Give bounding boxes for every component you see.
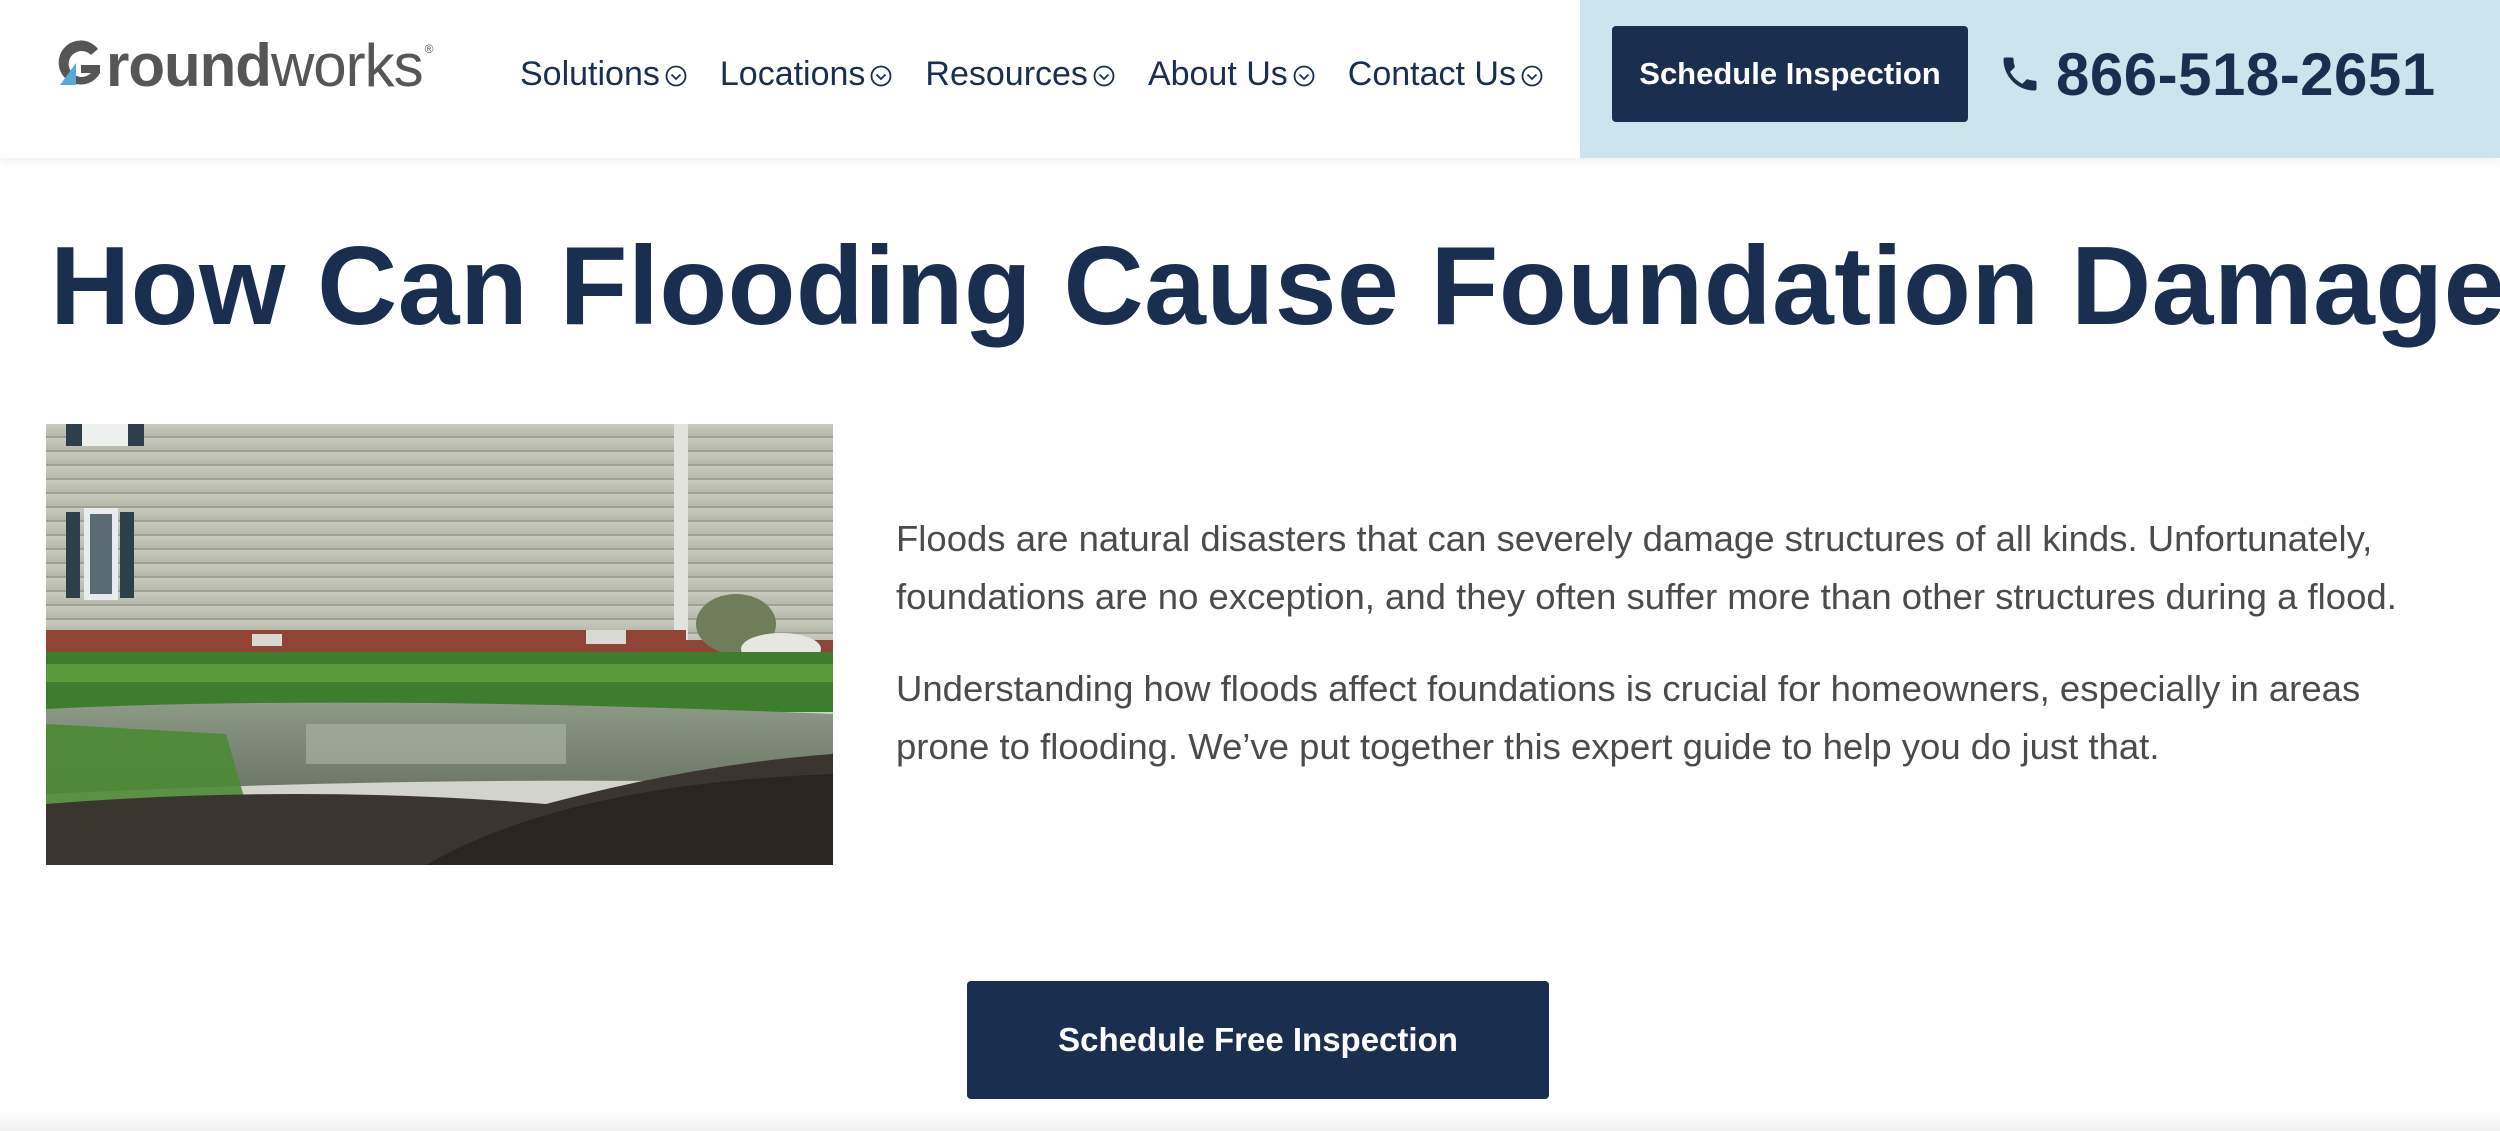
nav-item-solutions[interactable]: Solutions	[520, 55, 688, 94]
groundworks-logo[interactable]: roundworks ®	[54, 30, 434, 100]
nav-item-locations[interactable]: Locations	[720, 55, 894, 94]
phone-icon	[2003, 57, 2037, 91]
main-nav: Solutions Locations Resources About Us C…	[520, 48, 1576, 100]
nav-item-contact-us[interactable]: Contact Us	[1348, 55, 1544, 94]
nav-label: Resources	[925, 54, 1088, 93]
logo-registered-mark: ®	[424, 42, 434, 56]
chevron-down-circle-icon	[1521, 65, 1543, 87]
nav-item-about-us[interactable]: About Us	[1148, 55, 1316, 94]
intro-text: Floods are natural disasters that can se…	[896, 510, 2456, 810]
phone-number: 866-518-2651	[2056, 40, 2436, 108]
nav-label: Solutions	[520, 54, 660, 93]
chevron-down-circle-icon	[1093, 65, 1115, 87]
chevron-down-circle-icon	[665, 65, 687, 87]
phone-link[interactable]: 866-518-2651	[1998, 32, 2436, 116]
intro-paragraph: Understanding how floods affect foundati…	[896, 668, 2361, 767]
header-cta-panel: Schedule Inspection 866-518-2651	[1580, 0, 2500, 158]
flooded-yard-illustration	[46, 424, 833, 865]
nav-label: Locations	[719, 54, 866, 93]
section-divider	[0, 1110, 2500, 1131]
nav-label: About Us	[1147, 54, 1288, 93]
nav-label: Contact Us	[1347, 54, 1516, 93]
site-header: roundworks ® Solutions Locations Resourc…	[0, 0, 2500, 158]
chevron-down-circle-icon	[871, 65, 892, 87]
page-title: How Can Flooding Cause Foundation Damage…	[50, 224, 2500, 348]
logo-wordmark: roundworks	[106, 31, 424, 99]
schedule-free-inspection-button[interactable]: Schedule Free Inspection	[967, 981, 1549, 1099]
nav-item-resources[interactable]: Resources	[925, 55, 1116, 94]
flooded-yard-photo	[46, 424, 833, 865]
chevron-down-circle-icon	[1293, 65, 1315, 87]
intro-paragraph: Floods are natural disasters that can se…	[896, 518, 2397, 617]
schedule-inspection-button[interactable]: Schedule Inspection	[1612, 26, 1968, 122]
logo-g-mark-icon	[58, 40, 100, 85]
